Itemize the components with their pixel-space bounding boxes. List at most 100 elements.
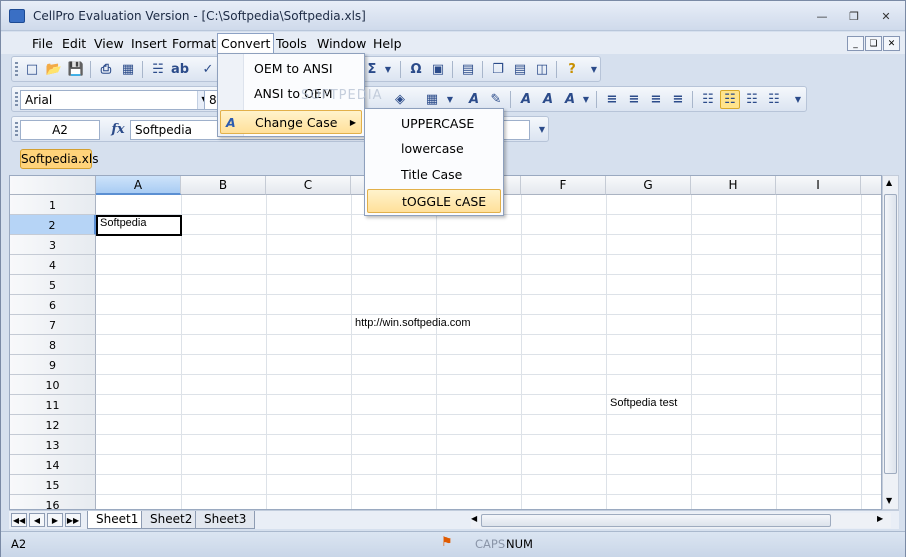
toolbar-options-icon[interactable]: ▼ <box>584 60 604 79</box>
menu-insert[interactable]: Insert <box>128 35 170 53</box>
borders-dropdown-icon[interactable]: ▼ <box>440 90 460 109</box>
menu-file[interactable]: File <box>29 35 56 53</box>
case-dropdown-icon[interactable]: ▼ <box>576 90 596 109</box>
row-header[interactable]: 10 <box>10 375 96 395</box>
scroll-down-icon[interactable]: ▼ <box>886 496 892 505</box>
save-icon[interactable]: 💾 <box>66 60 86 79</box>
mdi-minimize-icon[interactable]: _ <box>847 36 864 51</box>
print-icon[interactable]: ⎙ <box>96 60 116 79</box>
row-header[interactable]: 16 <box>10 495 96 509</box>
first-sheet-icon[interactable]: ◀◀ <box>11 513 27 527</box>
find-icon[interactable]: ☵ <box>148 60 168 79</box>
row-header[interactable]: 12 <box>10 415 96 435</box>
column-header[interactable]: B <box>181 176 266 195</box>
column-header[interactable]: H <box>691 176 776 195</box>
prev-sheet-icon[interactable]: ◀ <box>29 513 45 527</box>
symbol-icon[interactable]: Ω <box>406 60 426 79</box>
column-header[interactable]: C <box>266 176 351 195</box>
align-left-icon[interactable]: ≡ <box>602 90 622 109</box>
row-header[interactable]: 2 <box>10 215 96 235</box>
row-header[interactable]: 7 <box>10 315 96 335</box>
valign-top-icon[interactable]: ☷ <box>698 90 718 109</box>
scroll-right-icon[interactable]: ▶ <box>877 514 883 523</box>
menu-window[interactable]: Window <box>314 35 369 53</box>
horizontal-scroll-thumb[interactable] <box>481 514 831 527</box>
row-header[interactable]: 15 <box>10 475 96 495</box>
row-header[interactable]: 13 <box>10 435 96 455</box>
formula-dropdown-icon[interactable]: ▼ <box>532 120 552 139</box>
row-header[interactable]: 14 <box>10 455 96 475</box>
document-tab[interactable]: Softpedia.xls <box>20 149 98 169</box>
format-painter-icon[interactable]: ✎ <box>486 90 506 109</box>
select-all-corner[interactable] <box>10 176 96 195</box>
column-header[interactable]: A <box>96 176 181 195</box>
valign-bottom-icon[interactable]: ☷ <box>742 90 762 109</box>
toolbar-grip[interactable] <box>15 62 18 78</box>
menu-item-title-case[interactable]: Title Case <box>367 163 501 187</box>
sheet-tab[interactable]: Sheet1 <box>87 511 148 529</box>
split-horizontal-icon[interactable]: ▤ <box>510 60 530 79</box>
mdi-close-icon[interactable]: ✕ <box>883 36 900 51</box>
cell-d7[interactable]: http://win.softpedia.com <box>351 313 471 333</box>
align-center-icon[interactable]: ≡ <box>624 90 644 109</box>
menu-edit[interactable]: Edit <box>59 35 89 53</box>
mdi-restore-icon[interactable]: ❏ <box>865 36 882 51</box>
open-icon[interactable]: 📂 <box>44 60 64 79</box>
fill-color-icon[interactable]: ◈ <box>390 90 410 109</box>
borders-icon[interactable]: ▦ <box>422 90 442 109</box>
sheet-tab[interactable]: Sheet3 <box>195 511 256 529</box>
next-sheet-icon[interactable]: ▶ <box>47 513 63 527</box>
replace-icon[interactable]: ab <box>170 60 190 79</box>
menu-item-uppercase[interactable]: UPPERCASE <box>367 112 501 136</box>
row-header[interactable]: 9 <box>10 355 96 375</box>
help-icon[interactable]: ? <box>562 60 582 79</box>
cell-g11[interactable]: Softpedia test <box>606 393 677 413</box>
font-style-icon[interactable]: A <box>464 90 484 109</box>
menu-item-oem-to-ansi[interactable]: OEM to ANSI <box>220 57 362 81</box>
minimize-icon[interactable]: — <box>811 7 833 25</box>
column-header[interactable]: F <box>521 176 606 195</box>
maximize-icon[interactable]: ❐ <box>843 7 865 25</box>
vertical-scroll-thumb[interactable] <box>884 194 897 474</box>
new-icon[interactable]: □ <box>22 60 42 79</box>
function-icon[interactable]: fx <box>108 120 128 139</box>
row-header[interactable]: 11 <box>10 395 96 415</box>
row-header[interactable]: 4 <box>10 255 96 275</box>
menu-view[interactable]: View <box>91 35 127 53</box>
shrink-font-icon[interactable]: A <box>538 90 558 109</box>
print-preview-icon[interactable]: ▦ <box>118 60 138 79</box>
menu-help[interactable]: Help <box>370 35 405 53</box>
justify-icon[interactable]: ≡ <box>668 90 688 109</box>
split-vertical-icon[interactable]: ◫ <box>532 60 552 79</box>
chart-icon[interactable]: ▣ <box>428 60 448 79</box>
column-header[interactable]: I <box>776 176 861 195</box>
align-right-icon[interactable]: ≡ <box>646 90 666 109</box>
horizontal-scrollbar[interactable]: ◀ ▶ <box>471 513 891 528</box>
scroll-left-icon[interactable]: ◀ <box>471 514 477 523</box>
menu-item-change-case[interactable]: A Change Case ▶ <box>220 110 362 134</box>
menu-item-lowercase[interactable]: lowercase <box>367 137 501 161</box>
cell-reference-box[interactable]: A2 <box>20 120 100 140</box>
column-header[interactable]: G <box>606 176 691 195</box>
spreadsheet-grid[interactable]: A B C D E F G H I 1 2 3 4 5 6 7 8 9 10 1… <box>9 175 882 510</box>
grow-font-icon[interactable]: A <box>516 90 536 109</box>
row-header[interactable]: 8 <box>10 335 96 355</box>
column-header[interactable] <box>861 176 881 195</box>
menu-tools[interactable]: Tools <box>273 35 310 53</box>
sheet-icon[interactable]: ▤ <box>458 60 478 79</box>
sheet-tab[interactable]: Sheet2 <box>141 511 202 529</box>
menu-convert[interactable]: Convert <box>217 33 275 55</box>
last-sheet-icon[interactable]: ▶▶ <box>65 513 81 527</box>
row-header[interactable]: 5 <box>10 275 96 295</box>
size-select[interactable]: 8 <box>204 90 218 110</box>
valign-justify-icon[interactable]: ☷ <box>764 90 784 109</box>
spellcheck-icon[interactable]: ✓ <box>198 60 218 79</box>
menu-item-toggle-case[interactable]: tOGGLE cASE <box>367 189 501 213</box>
row-header[interactable]: 1 <box>10 195 96 215</box>
row-header[interactable]: 3 <box>10 235 96 255</box>
vertical-scrollbar[interactable]: ▲ ▼ <box>882 175 899 510</box>
font-select[interactable]: Arial ▼ <box>20 90 212 110</box>
toolbar-grip[interactable] <box>15 92 18 108</box>
menu-format[interactable]: Format <box>169 35 219 53</box>
row-header[interactable]: 6 <box>10 295 96 315</box>
